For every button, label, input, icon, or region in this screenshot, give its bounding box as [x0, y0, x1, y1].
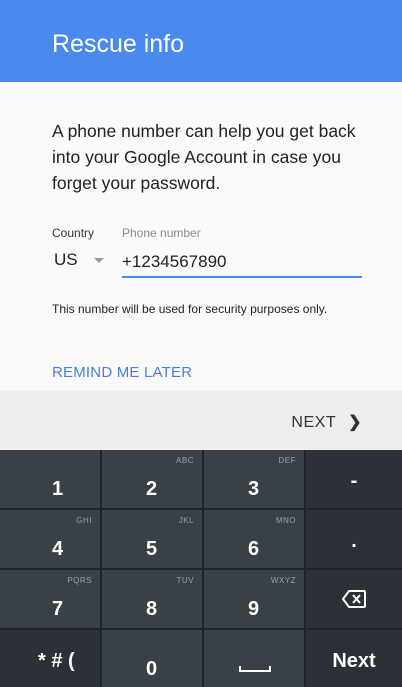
phone-label: Phone number [122, 226, 201, 240]
country-select[interactable]: US [54, 250, 78, 270]
nav-bar: NEXT ❯ [0, 390, 402, 450]
security-hint: This number will be used for security pu… [52, 302, 328, 316]
key-3[interactable]: DEF 3 [204, 450, 304, 508]
space-icon [239, 666, 271, 672]
next-label: NEXT [291, 414, 337, 431]
chevron-right-icon: ❯ [348, 414, 362, 431]
numeric-keyboard: 1 ABC 2 DEF 3 - GHI 4 JKL 5 MNO 6 . PQRS… [0, 450, 402, 687]
key-0[interactable]: 0 [102, 630, 202, 687]
key-5[interactable]: JKL 5 [102, 510, 202, 568]
backspace-icon [342, 590, 366, 608]
key-1[interactable]: 1 [0, 450, 100, 508]
key-dash[interactable]: - [306, 450, 402, 508]
key-8[interactable]: TUV 8 [102, 570, 202, 628]
key-7[interactable]: PQRS 7 [0, 570, 100, 628]
key-6[interactable]: MNO 6 [204, 510, 304, 568]
content-area: A phone number can help you get back int… [0, 82, 402, 390]
key-symbols[interactable]: * # ( [0, 630, 100, 687]
key-4[interactable]: GHI 4 [0, 510, 100, 568]
country-label: Country [52, 226, 95, 240]
dropdown-arrow-icon[interactable] [94, 258, 104, 263]
key-2[interactable]: ABC 2 [102, 450, 202, 508]
remind-me-later-button[interactable]: REMIND ME LATER [52, 364, 192, 381]
key-backspace[interactable] [306, 570, 402, 628]
key-9[interactable]: WXYZ 9 [204, 570, 304, 628]
phone-number-input[interactable] [122, 248, 362, 278]
page-title: Rescue info [52, 30, 185, 58]
app-bar: Rescue info [0, 0, 402, 82]
key-next[interactable]: Next [306, 630, 402, 687]
screen: Rescue info A phone number can help you … [0, 0, 402, 687]
intro-text: A phone number can help you get back int… [52, 121, 356, 193]
next-button[interactable]: NEXT ❯ [291, 412, 362, 432]
key-space[interactable] [204, 630, 304, 687]
key-period[interactable]: . [306, 510, 402, 568]
